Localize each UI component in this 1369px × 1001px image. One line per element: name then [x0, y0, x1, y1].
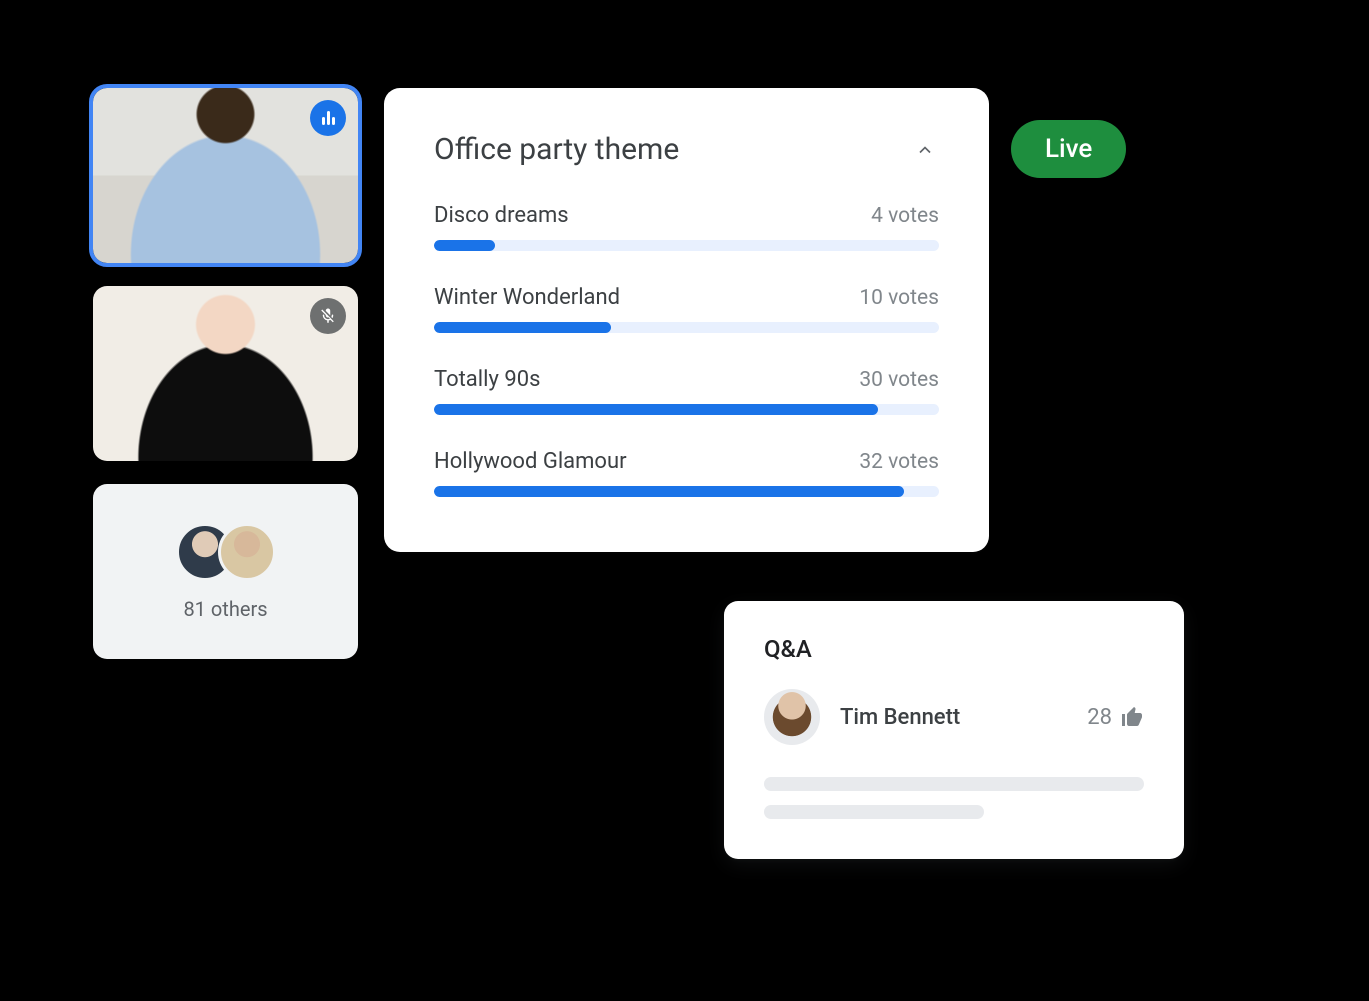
poll-card: Office party theme Disco dreams 4 votes … — [384, 88, 989, 552]
poll-option[interactable]: Winter Wonderland 10 votes — [434, 285, 939, 333]
avatar — [218, 523, 276, 581]
poll-option-label: Disco dreams — [434, 203, 569, 228]
poll-progress-fill — [434, 240, 495, 251]
poll-option-votes: 10 votes — [859, 286, 939, 310]
poll-title: Office party theme — [434, 132, 679, 167]
other-participants-count: 81 others — [183, 597, 267, 621]
poll-progress-track — [434, 486, 939, 497]
avatar — [764, 689, 820, 745]
speaking-indicator-icon — [310, 100, 346, 136]
live-badge: Live — [1011, 120, 1126, 178]
qa-card: Q&A Tim Bennett 28 — [724, 601, 1184, 859]
other-participants-tile[interactable]: 81 others — [93, 484, 358, 659]
chevron-up-icon — [915, 140, 935, 160]
poll-option-label: Winter Wonderland — [434, 285, 620, 310]
poll-progress-track — [434, 240, 939, 251]
qa-upvote-button[interactable]: 28 — [1087, 705, 1144, 730]
qa-question-text-placeholder — [764, 805, 984, 819]
poll-progress-track — [434, 404, 939, 415]
poll-progress-fill — [434, 486, 904, 497]
participant-tile-muted[interactable] — [93, 286, 358, 461]
poll-option[interactable]: Hollywood Glamour 32 votes — [434, 449, 939, 497]
poll-option[interactable]: Disco dreams 4 votes — [434, 203, 939, 251]
poll-progress-fill — [434, 404, 878, 415]
participant-tile-speaking[interactable] — [93, 88, 358, 263]
qa-author-name: Tim Bennett — [840, 705, 1067, 730]
thumbs-up-icon — [1120, 705, 1144, 729]
mic-muted-icon — [310, 298, 346, 334]
qa-question-text-placeholder — [764, 777, 1144, 791]
poll-progress-fill — [434, 322, 611, 333]
qa-question-row[interactable]: Tim Bennett 28 — [764, 689, 1144, 745]
poll-option-label: Hollywood Glamour — [434, 449, 627, 474]
qa-title: Q&A — [764, 635, 1144, 663]
poll-option[interactable]: Totally 90s 30 votes — [434, 367, 939, 415]
qa-like-count: 28 — [1087, 705, 1112, 730]
poll-progress-track — [434, 322, 939, 333]
poll-option-votes: 32 votes — [859, 450, 939, 474]
collapse-poll-button[interactable] — [911, 136, 939, 164]
poll-option-votes: 30 votes — [859, 368, 939, 392]
poll-option-votes: 4 votes — [871, 204, 939, 228]
poll-option-label: Totally 90s — [434, 367, 540, 392]
other-participants-avatars — [176, 523, 276, 581]
